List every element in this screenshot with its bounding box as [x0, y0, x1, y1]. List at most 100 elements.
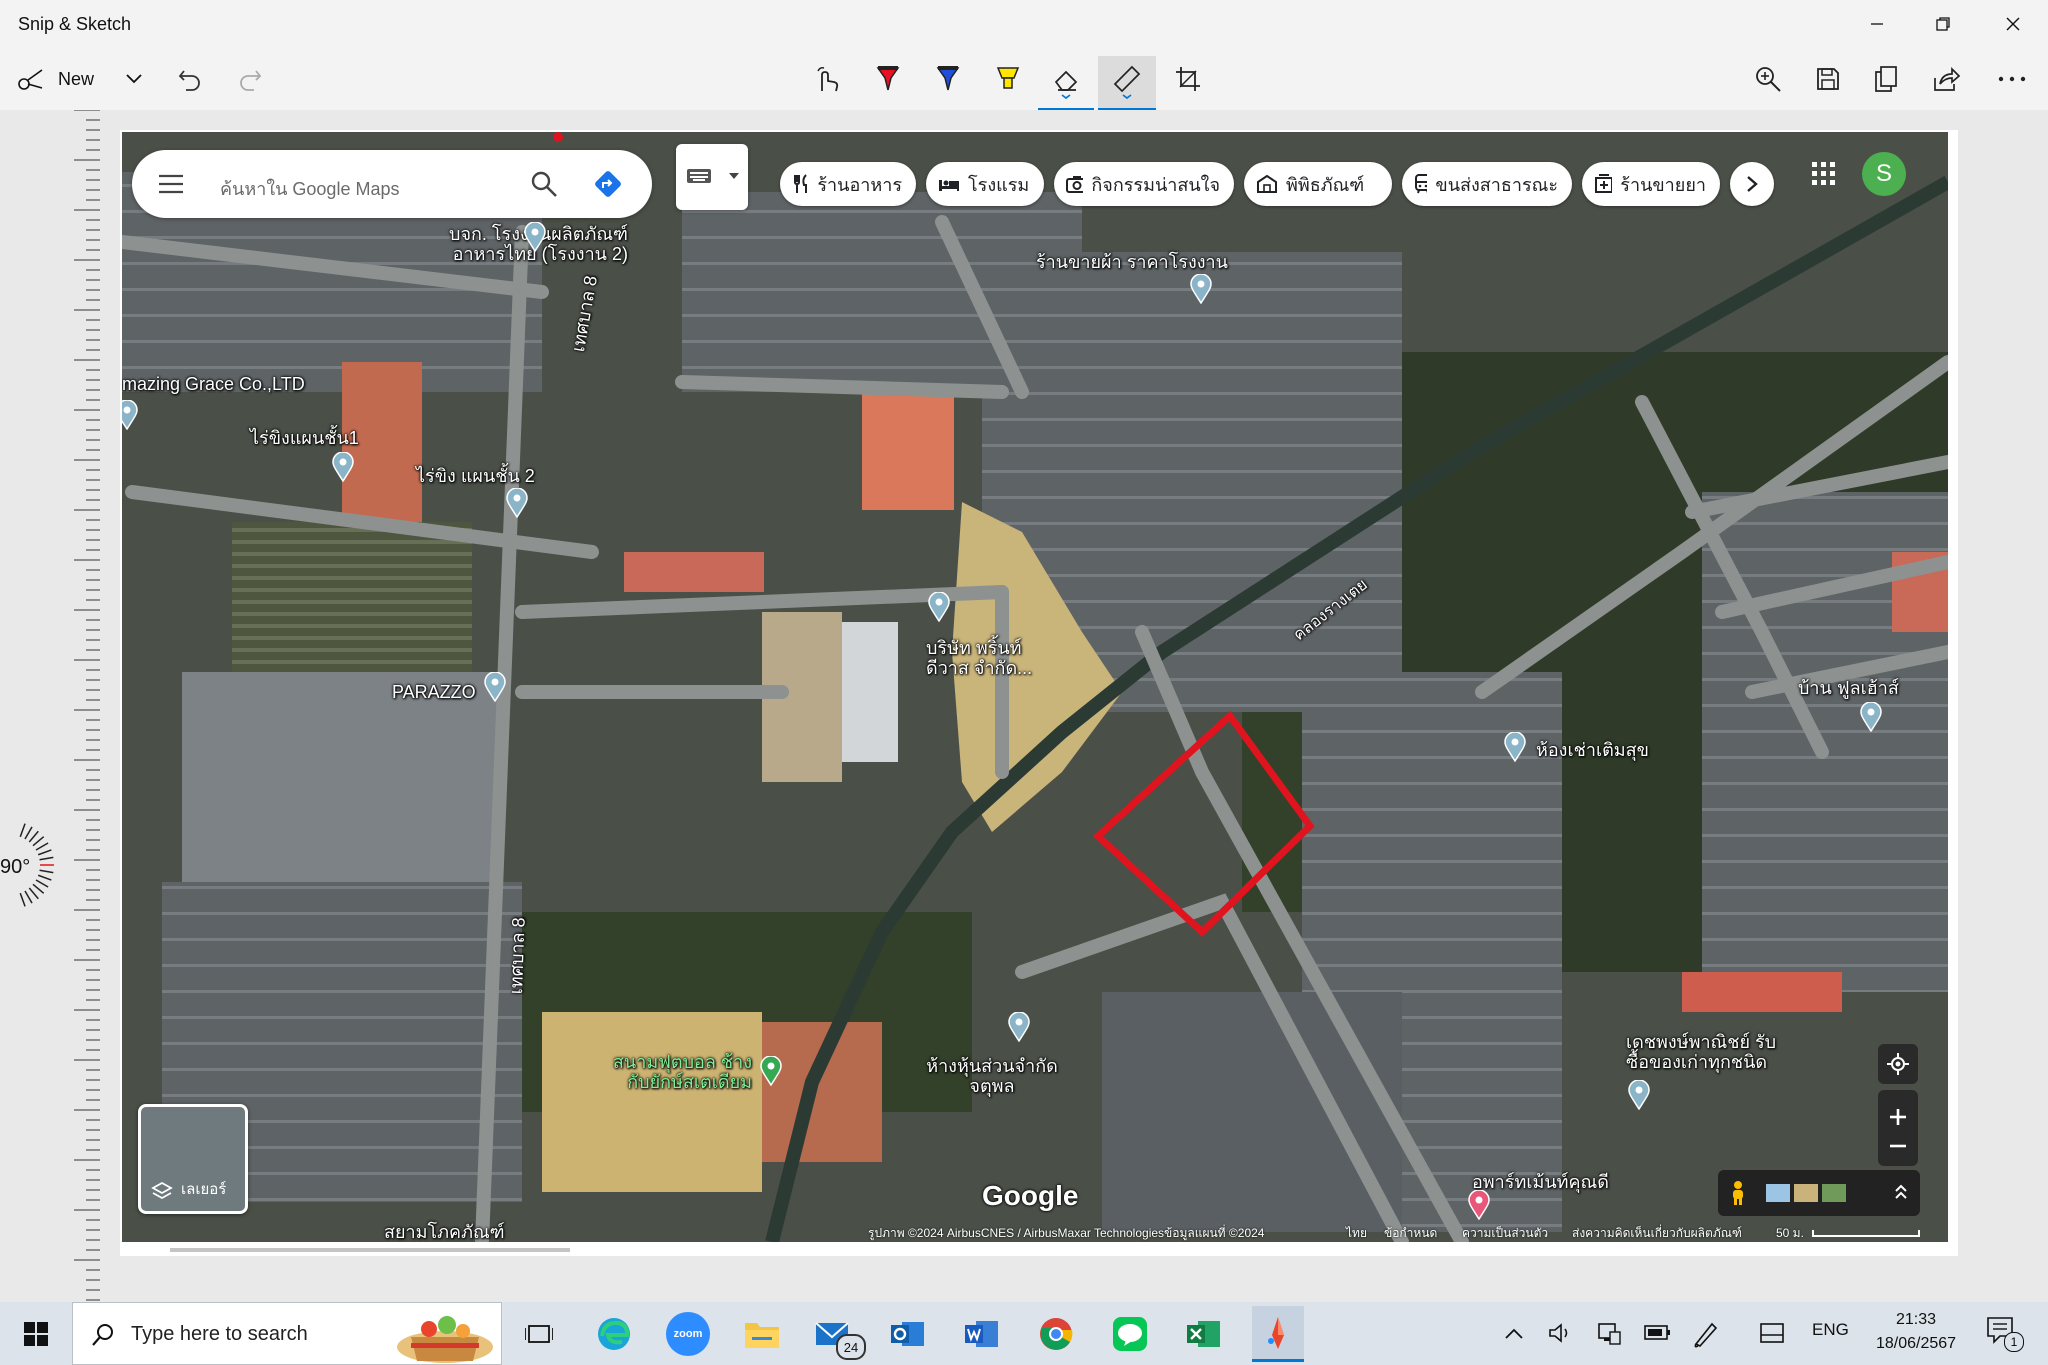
input-tools-button[interactable] — [676, 144, 748, 210]
account-avatar[interactable]: S — [1862, 152, 1906, 196]
chip-hotels[interactable]: โรงแรม — [926, 162, 1044, 206]
battery-icon[interactable] — [1644, 1324, 1672, 1342]
action-center-button[interactable]: 1 — [1986, 1316, 2024, 1352]
place-label-dechapong[interactable]: เดชพงษ์พาณิชย์ รับ ซื้อของเก่าทุกชนิด — [1626, 1032, 1776, 1072]
pen-workspace-icon[interactable] — [1692, 1320, 1720, 1348]
chip-transit[interactable]: ขนส่งสาธารณะ — [1402, 162, 1572, 206]
map-pin-icon[interactable] — [1008, 1012, 1030, 1042]
taskbar-search-box[interactable]: Type here to search — [72, 1302, 502, 1365]
search-icon[interactable] — [530, 170, 558, 198]
map-pin-icon[interactable] — [760, 1056, 782, 1086]
map-pin-icon[interactable] — [928, 592, 950, 622]
crop-button[interactable] — [1166, 56, 1210, 102]
copy-button[interactable] — [1864, 56, 1908, 102]
place-label-rai-khing-1[interactable]: ไร่ขิงแผนชั้น1 — [250, 428, 359, 448]
zoom-in-button[interactable] — [1889, 1108, 1907, 1126]
input-language[interactable]: ENG — [1812, 1320, 1849, 1340]
more-options-button[interactable] — [1990, 56, 2034, 102]
taskbar-word[interactable] — [960, 1312, 1004, 1356]
taskbar-edge[interactable] — [592, 1312, 636, 1356]
taskbar-line[interactable] — [1108, 1312, 1152, 1356]
touch-keyboard-icon[interactable] — [1760, 1322, 1784, 1344]
search-input[interactable]: ค้นหาใน Google Maps — [220, 174, 399, 203]
place-label-amazing-grace[interactable]: mazing Grace Co.,LTD — [122, 374, 305, 394]
map-pin-icon[interactable] — [524, 222, 546, 252]
place-label-apartment[interactable]: อพาร์ทเม้นท์คุณดี — [1472, 1172, 1609, 1192]
eraser-button[interactable] — [1038, 56, 1094, 111]
chip-museums[interactable]: พิพิธภัณฑ์ — [1244, 162, 1392, 206]
street-view-thumb-1[interactable] — [1766, 1184, 1790, 1202]
map-pin-icon[interactable] — [506, 488, 528, 518]
place-label-football-field[interactable]: สนามฟุตบอล ช้าง กับยักษ์สเตเดียม — [578, 1052, 752, 1092]
clock[interactable]: 21:33 18/06/2567 — [1866, 1308, 1966, 1356]
zoom-out-button[interactable] — [1889, 1144, 1907, 1148]
directions-icon[interactable] — [592, 168, 624, 200]
start-button[interactable] — [0, 1302, 72, 1365]
chip-pharmacies[interactable]: ร้านขายยา — [1582, 162, 1720, 206]
pegman-icon[interactable] — [1730, 1180, 1746, 1206]
map-pin-icon[interactable] — [1860, 702, 1882, 732]
place-label-rai-khing-2[interactable]: ไร่ขิง แผนชั้น 2 — [416, 466, 535, 486]
highlighter-button[interactable] — [986, 56, 1030, 102]
place-label-full-house[interactable]: บ้าน ฟูลเฮ้าส์ — [1798, 678, 1899, 698]
minimize-button[interactable] — [1846, 0, 1908, 48]
chip-restaurants[interactable]: ร้านอาหาร — [780, 162, 916, 206]
place-label-factory[interactable]: บจก. โรงงานผลิตภัณฑ์ อาหารไทย (โรงงาน 2) — [338, 224, 628, 264]
menu-icon[interactable] — [158, 174, 184, 194]
restore-button[interactable] — [1912, 0, 1974, 48]
excel-icon — [1187, 1321, 1220, 1347]
taskbar-search-input[interactable]: Type here to search — [131, 1323, 308, 1346]
protractor[interactable]: 90° — [0, 820, 60, 914]
taskbar-mail[interactable]: 24 — [812, 1312, 866, 1360]
snip-mode-dropdown[interactable] — [116, 56, 152, 102]
my-location-button[interactable] — [1878, 1044, 1918, 1084]
pencil-button[interactable] — [926, 56, 970, 102]
place-label-rental-rooms[interactable]: ห้องเช่าเติมสุข — [1536, 740, 1649, 760]
street-view-thumb-3[interactable] — [1822, 1184, 1846, 1202]
save-button[interactable] — [1806, 56, 1850, 102]
apps-grid-icon[interactable] — [1812, 162, 1836, 186]
share-button[interactable] — [1924, 56, 1968, 102]
place-label-parazzo[interactable]: PARAZZO — [392, 682, 476, 702]
map-pin-icon[interactable] — [332, 452, 354, 482]
map-pin-icon[interactable] — [1468, 1190, 1490, 1220]
undo-button[interactable] — [172, 56, 208, 102]
taskbar-chrome[interactable] — [1034, 1312, 1078, 1356]
show-hidden-icons-chevron-up-icon[interactable] — [1504, 1328, 1524, 1340]
map-pin-icon[interactable] — [1190, 274, 1212, 304]
volume-icon[interactable] — [1548, 1322, 1574, 1344]
ruler-button[interactable] — [1098, 56, 1156, 111]
redo-button[interactable] — [232, 56, 268, 102]
google-maps-satellite[interactable]: ค้นหาใน Google Maps ร้านอาหาร โรงแรม กิจ… — [122, 132, 1948, 1242]
horizontal-scrollbar[interactable] — [170, 1248, 570, 1252]
taskbar-outlook[interactable] — [886, 1312, 930, 1356]
street-view-thumb-2[interactable] — [1794, 1184, 1818, 1202]
map-pin-icon[interactable] — [1504, 732, 1526, 762]
taskbar-snip-sketch[interactable] — [1252, 1306, 1304, 1362]
place-label-partnership[interactable]: ห้างหุ้นส่วนจำกัด จตุพล — [902, 1056, 1082, 1096]
privacy-link[interactable]: ความเป็นส่วนตัว — [1462, 1224, 1548, 1242]
map-pin-icon[interactable] — [122, 400, 138, 430]
network-icon[interactable] — [1596, 1320, 1622, 1346]
touch-writing-button[interactable] — [806, 56, 850, 102]
map-pin-icon[interactable] — [484, 672, 506, 702]
terms-link[interactable]: ข้อกำหนด — [1384, 1224, 1437, 1242]
taskbar-excel[interactable] — [1182, 1312, 1226, 1356]
close-button[interactable] — [1982, 0, 2044, 48]
layers-button[interactable]: เลเยอร์ — [138, 1104, 248, 1214]
chips-scroll-right-button[interactable] — [1730, 162, 1774, 206]
taskbar-zoom[interactable]: zoom — [666, 1312, 710, 1356]
chip-things-to-do[interactable]: กิจกรรมน่าสนใจ — [1054, 162, 1234, 206]
feedback-link[interactable]: ส่งความคิดเห็นเกี่ยวกับผลิตภัณฑ์ — [1572, 1224, 1742, 1242]
taskbar-file-explorer[interactable] — [740, 1312, 784, 1356]
place-label-print-company[interactable]: บริษัท พริ้นท์ ดีวาส จำกัด... — [926, 638, 1032, 678]
maps-search-box[interactable]: ค้นหาใน Google Maps — [132, 150, 652, 218]
ballpoint-pen-button[interactable] — [866, 56, 910, 102]
task-view-button[interactable] — [514, 1312, 564, 1356]
zoom-button[interactable] — [1746, 56, 1790, 102]
new-snip-button[interactable]: New — [16, 56, 106, 102]
place-label-fabric-shop[interactable]: ร้านขายผ้า ราคาโรงงาน — [1036, 252, 1228, 272]
map-pin-icon[interactable] — [1628, 1080, 1650, 1110]
language-link[interactable]: ไทย — [1346, 1224, 1367, 1242]
expand-up-icon[interactable] — [1894, 1182, 1908, 1202]
